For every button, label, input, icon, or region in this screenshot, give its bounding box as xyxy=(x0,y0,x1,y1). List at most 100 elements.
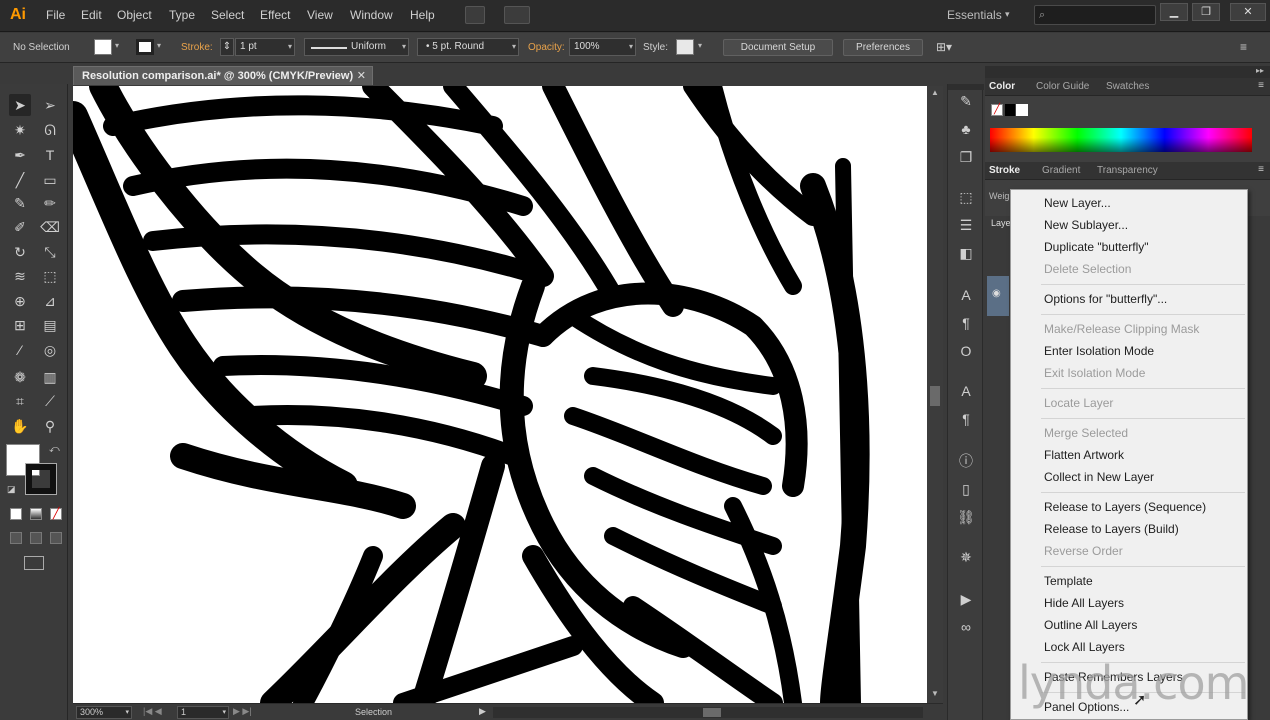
menu-new-layer[interactable]: New Layer... xyxy=(1044,193,1111,213)
stroke-color-box[interactable] xyxy=(25,463,57,495)
artboard-tool-icon[interactable]: ⌗ xyxy=(9,390,31,412)
black-swatch[interactable] xyxy=(1005,104,1015,116)
fill-swatch[interactable] xyxy=(94,39,112,55)
workspace-switcher[interactable]: Essentials xyxy=(947,8,1002,22)
layer-row[interactable]: ◉ xyxy=(987,276,1009,316)
tab-swatches[interactable]: Swatches xyxy=(1106,81,1149,92)
artboard-canvas[interactable] xyxy=(73,86,927,703)
align-panel-icon[interactable]: ☰ xyxy=(956,216,976,234)
gradient-mode-icon[interactable] xyxy=(30,508,42,520)
navigator-icon[interactable]: ✵ xyxy=(956,548,976,566)
color-mode-icon[interactable] xyxy=(10,508,22,520)
brushes-icon[interactable]: ✎ xyxy=(956,92,976,110)
tab-stroke[interactable]: Stroke xyxy=(989,165,1020,176)
vertical-scrollbar[interactable]: ▲ ▼ xyxy=(927,86,943,703)
rectangle-tool-icon[interactable]: ▭ xyxy=(39,169,61,191)
visibility-eye-icon[interactable]: ◉ xyxy=(992,288,1001,299)
status-tool[interactable]: Selection xyxy=(355,707,392,717)
swap-colors-icon[interactable]: ⤺ xyxy=(49,444,60,455)
menu-release-build[interactable]: Release to Layers (Build) xyxy=(1044,519,1179,539)
none-swatch[interactable]: ╱ xyxy=(991,104,1003,116)
character-styles-icon[interactable]: A xyxy=(956,382,976,400)
tab-color[interactable]: Color xyxy=(989,81,1015,92)
paragraph-styles-icon[interactable]: ¶ xyxy=(956,410,976,428)
chevron-down-icon[interactable]: ▾ xyxy=(698,41,702,50)
draw-inside-icon[interactable] xyxy=(50,532,62,544)
graphic-styles-icon[interactable]: ❐ xyxy=(956,148,976,166)
horizontal-scrollbar[interactable] xyxy=(493,707,923,718)
type-tool-icon[interactable]: T xyxy=(39,144,61,166)
line-tool-icon[interactable]: ╱ xyxy=(9,169,31,191)
menu-template[interactable]: Template xyxy=(1044,571,1093,591)
stroke-label[interactable]: Stroke: xyxy=(181,42,213,53)
slice-tool-icon[interactable]: ⟋ xyxy=(39,390,61,412)
chevron-down-icon[interactable]: ▾ xyxy=(157,41,161,50)
menu-outline-all-layers[interactable]: Outline All Layers xyxy=(1044,615,1137,635)
perspective-grid-icon[interactable]: ⊿ xyxy=(39,290,61,312)
layers-tab[interactable]: Laye xyxy=(991,218,1011,228)
menu-hide-all-layers[interactable]: Hide All Layers xyxy=(1044,593,1124,613)
symbol-sprayer-icon[interactable]: ❁ xyxy=(9,366,31,388)
width-tool-icon[interactable]: ≋ xyxy=(9,265,31,287)
menu-type[interactable]: Type xyxy=(169,8,195,22)
menu-new-sublayer[interactable]: New Sublayer... xyxy=(1044,215,1128,235)
default-colors-icon[interactable]: ◪ xyxy=(7,484,16,495)
scroll-up-icon[interactable]: ▲ xyxy=(931,88,939,97)
pen-tool-icon[interactable]: ✒ xyxy=(9,144,31,166)
tab-color-guide[interactable]: Color Guide xyxy=(1036,81,1089,92)
stroke-weight-field[interactable]: 1 pt ▾ xyxy=(235,38,295,56)
status-menu-icon[interactable]: ▶ xyxy=(479,706,486,717)
close-icon[interactable]: ✕ xyxy=(357,67,366,85)
menu-edit[interactable]: Edit xyxy=(81,8,102,22)
menu-window[interactable]: Window xyxy=(350,8,393,22)
menu-help[interactable]: Help xyxy=(410,8,435,22)
tab-gradient[interactable]: Gradient xyxy=(1042,165,1080,176)
screen-mode-icon[interactable] xyxy=(24,556,44,570)
paragraph-icon[interactable]: ¶ xyxy=(956,314,976,332)
magic-wand-icon[interactable]: ✷ xyxy=(9,119,31,141)
menu-enter-isolation[interactable]: Enter Isolation Mode xyxy=(1044,341,1154,361)
scroll-down-icon[interactable]: ▼ xyxy=(931,689,939,698)
artboard-field[interactable]: 1 ▾ xyxy=(177,706,229,719)
transform-icon[interactable]: ⬚ xyxy=(956,188,976,206)
document-info-icon[interactable]: ▯ xyxy=(956,480,976,498)
eraser-icon[interactable]: ⌫ xyxy=(39,216,61,238)
character-icon[interactable]: A xyxy=(956,286,976,304)
menu-object[interactable]: Object xyxy=(117,8,152,22)
graph-tool-icon[interactable]: ▥ xyxy=(39,366,61,388)
lasso-icon[interactable]: ᘏ xyxy=(39,119,61,141)
restore-button[interactable]: ❐ xyxy=(1192,3,1220,21)
selection-tool-icon[interactable]: ➤ xyxy=(9,94,31,116)
menu-view[interactable]: View xyxy=(307,8,333,22)
rotate-tool-icon[interactable]: ↻ xyxy=(9,241,31,263)
menu-select[interactable]: Select xyxy=(211,8,244,22)
last-artboard-icon[interactable]: ▶ ▶| xyxy=(233,706,252,717)
opentype-icon[interactable]: O xyxy=(956,342,976,360)
white-swatch[interactable] xyxy=(1016,104,1028,116)
minimize-button[interactable]: ▁ xyxy=(1160,3,1188,21)
link-icon[interactable]: ∞ xyxy=(956,618,976,636)
variable-width-profile[interactable]: Uniform ▾ xyxy=(304,38,409,56)
close-window-button[interactable]: ✕ xyxy=(1230,3,1266,21)
actions-icon[interactable]: ▶ xyxy=(956,590,976,608)
document-setup-button[interactable]: Document Setup xyxy=(723,39,833,56)
collapse-icon[interactable]: ▸▸ xyxy=(1256,66,1264,75)
document-tab[interactable]: Resolution comparison.ai* @ 300% (CMYK/P… xyxy=(73,66,373,85)
blob-brush-icon[interactable]: ✐ xyxy=(9,216,31,238)
gradient-tool-icon[interactable]: ▤ xyxy=(39,314,61,336)
zoom-field[interactable]: 300% ▾ xyxy=(76,706,132,719)
pathfinder-icon[interactable]: ◧ xyxy=(956,244,976,262)
tab-transparency[interactable]: Transparency xyxy=(1097,165,1158,176)
panel-menu-icon[interactable]: ≡ xyxy=(1258,80,1264,91)
mesh-tool-icon[interactable]: ⊞ xyxy=(9,314,31,336)
bridge-icon[interactable] xyxy=(465,6,485,24)
search-input[interactable]: ⌕ xyxy=(1034,5,1156,25)
menu-duplicate[interactable]: Duplicate "butterfly" xyxy=(1044,237,1149,257)
menu-effect[interactable]: Effect xyxy=(260,8,290,22)
hscroll-thumb[interactable] xyxy=(703,708,721,717)
preferences-button[interactable]: Preferences xyxy=(843,39,923,56)
direct-selection-tool-icon[interactable]: ➢ xyxy=(39,94,61,116)
free-transform-icon[interactable]: ⬚ xyxy=(39,265,61,287)
menu-options[interactable]: Options for "butterfly"... xyxy=(1044,289,1167,309)
first-artboard-icon[interactable]: |◀ ◀ xyxy=(143,706,162,717)
